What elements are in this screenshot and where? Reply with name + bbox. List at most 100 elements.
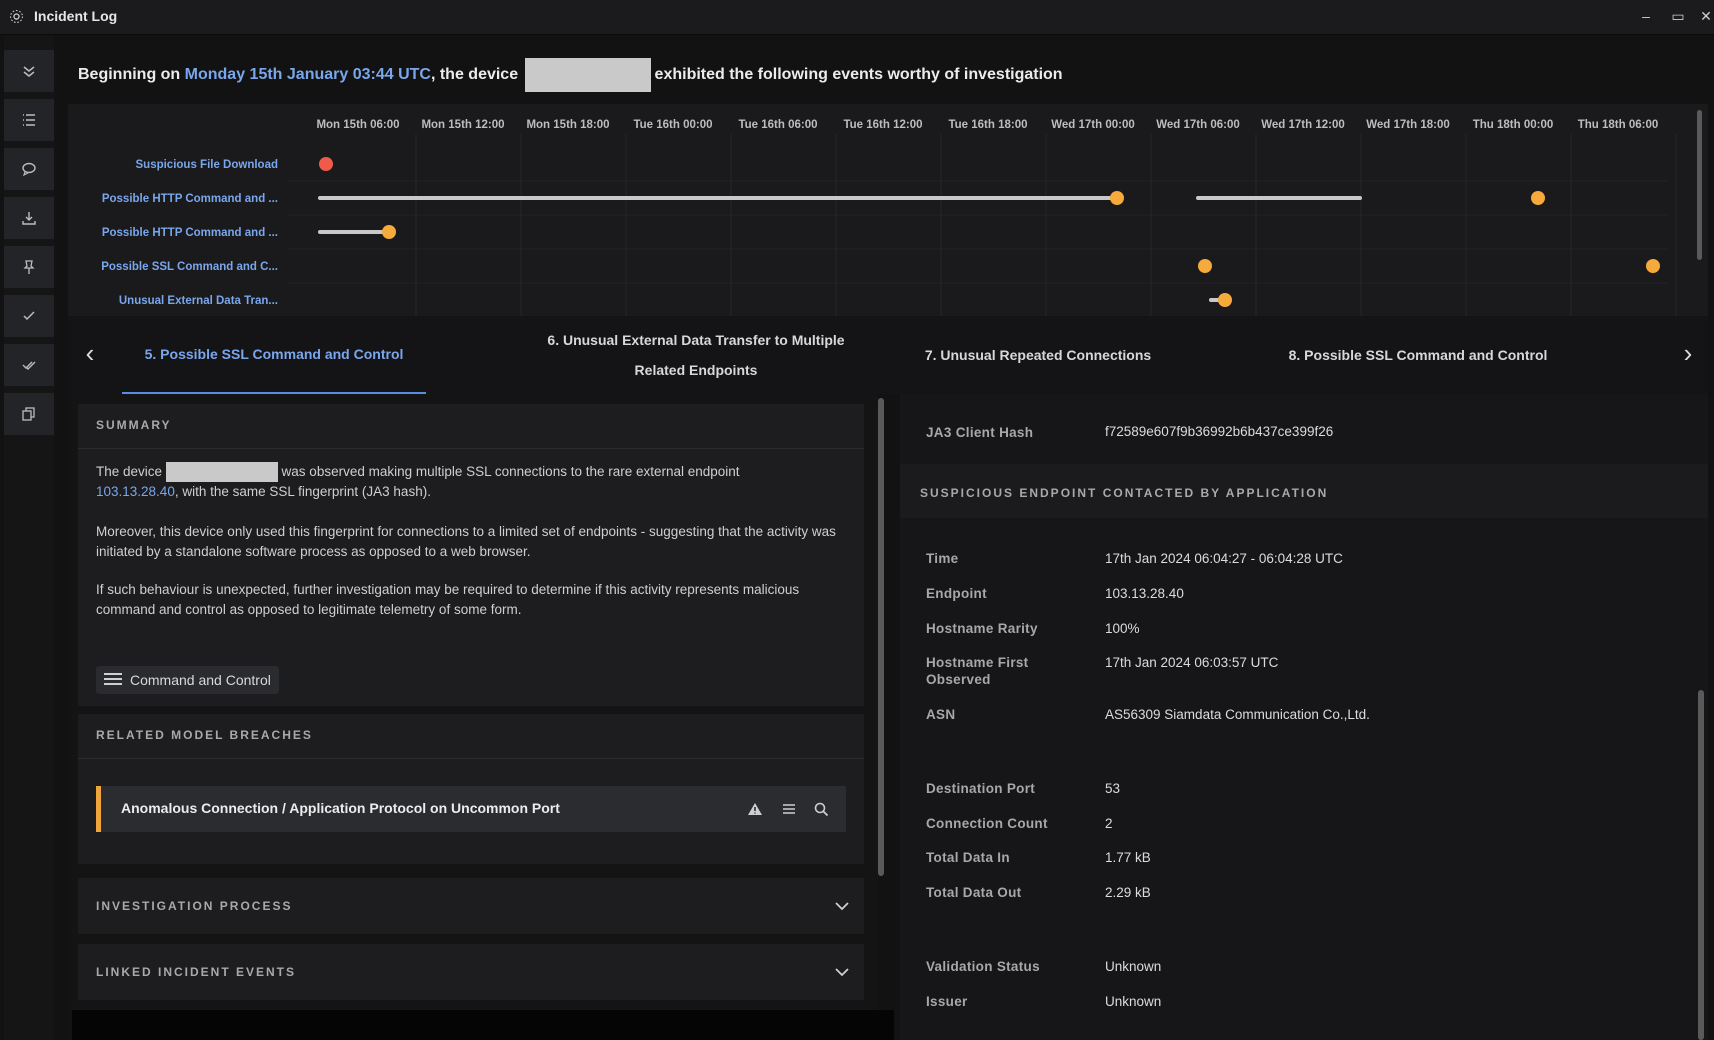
minimize-button[interactable]: – xyxy=(1636,6,1656,26)
search-icon[interactable] xyxy=(813,801,829,817)
next-tab-button[interactable]: › xyxy=(1676,338,1700,368)
timeline-tick-label: Thu 18th 00:00 xyxy=(1473,119,1554,131)
tag-label: Command and Control xyxy=(130,672,271,688)
timeline-event-dot xyxy=(1110,191,1124,205)
timeline-row-label: Possible HTTP Command and ... xyxy=(102,193,278,205)
endpoint-label: Endpoint xyxy=(926,586,987,601)
check-icon xyxy=(23,311,35,321)
ja3-value: f72589e607f9b36992b6b437ce399f26 xyxy=(1105,424,1334,439)
download-icon xyxy=(22,212,36,225)
connection-count-value: 2 xyxy=(1105,816,1113,831)
rarity-value: 100% xyxy=(1105,621,1140,636)
timeline-tick-label: Tue 16th 00:00 xyxy=(633,119,712,131)
summary-text-b: was observed making multiple SSL connect… xyxy=(277,464,740,479)
timeline-tick-label: Thu 18th 06:00 xyxy=(1578,119,1659,131)
dest-port-label: Destination Port xyxy=(926,781,1036,796)
timeline-tick-label: Wed 17th 06:00 xyxy=(1156,119,1240,131)
timeline-tick-label: Mon 15th 12:00 xyxy=(421,119,504,131)
tab-event-5[interactable]: 5. Possible SSL Command and Control xyxy=(122,316,426,394)
related-title: RELATED MODEL BREACHES xyxy=(96,728,313,742)
summary-paragraph-2: Moreover, this device only used this fin… xyxy=(96,524,836,559)
investigation-title: INVESTIGATION PROCESS xyxy=(96,899,293,913)
close-button[interactable]: ✕ xyxy=(1696,6,1714,26)
sidebar-download-button[interactable] xyxy=(4,197,54,240)
sidebar-acknowledge-button[interactable] xyxy=(4,295,54,338)
event-tabs: ‹ 5. Possible SSL Command and Control 6.… xyxy=(68,316,1708,394)
tab-event-7[interactable]: 7. Unusual Repeated Connections xyxy=(898,316,1178,394)
data-out-value: 2.29 kB xyxy=(1105,885,1151,900)
timeline-tick-label: Mon 15th 06:00 xyxy=(316,119,399,131)
tab-event-8[interactable]: 8. Possible SSL Command and Control xyxy=(1268,316,1568,394)
rarity-label: Hostname Rarity xyxy=(926,621,1038,636)
breach-item[interactable]: Anomalous Connection / Application Proto… xyxy=(96,786,846,832)
prev-tab-button[interactable]: ‹ xyxy=(78,338,102,368)
connection-count-label: Connection Count xyxy=(926,816,1048,831)
maximize-button[interactable]: ▭ xyxy=(1668,6,1688,26)
app-logo-icon xyxy=(10,10,23,23)
issuer-label: Issuer xyxy=(926,994,968,1009)
redacted-device-name xyxy=(524,58,651,92)
chevron-down-icon[interactable] xyxy=(834,964,850,980)
timeline-event-dot xyxy=(1218,293,1232,307)
endpoint-value[interactable]: 103.13.28.40 xyxy=(1105,586,1184,601)
header-mid: , the device xyxy=(430,66,523,84)
summary-card: SUMMARY The device was observed making m… xyxy=(78,404,864,706)
asn-label: ASN xyxy=(926,707,956,722)
warning-icon[interactable] xyxy=(747,801,763,817)
summary-title: SUMMARY xyxy=(96,418,172,432)
endpoint-link[interactable]: 103.13.28.40 xyxy=(96,484,175,499)
investigation-card[interactable]: INVESTIGATION PROCESS xyxy=(78,878,864,934)
menu-icon[interactable] xyxy=(781,801,797,817)
sidebar-copy-button[interactable] xyxy=(4,393,54,436)
timeline-event-dot xyxy=(319,157,333,171)
window-title: Incident Log xyxy=(34,8,118,24)
dest-port-value: 53 xyxy=(1105,781,1121,796)
chevron-down-icon[interactable] xyxy=(834,898,850,914)
summary-paragraph-3: If such behaviour is unexpected, further… xyxy=(96,582,800,617)
validation-value: Unknown xyxy=(1105,959,1162,974)
event-details-panel: SUMMARY The device was observed making m… xyxy=(68,394,878,1040)
timeline-tick-label: Tue 16th 06:00 xyxy=(738,119,817,131)
comment-icon xyxy=(22,162,36,177)
timeline-event-dot xyxy=(1646,259,1660,273)
timeline-event-dot xyxy=(1531,191,1545,205)
left-panel-scrollbar[interactable] xyxy=(878,398,884,876)
sidebar-pin-button[interactable] xyxy=(4,246,54,289)
divider xyxy=(78,448,864,449)
summary-text-c: , with the same SSL fingerprint (JA3 has… xyxy=(174,484,431,499)
timeline-row-label: Suspicious File Download xyxy=(136,159,279,171)
mitre-tag[interactable]: Command and Control xyxy=(96,666,279,694)
linked-events-card[interactable]: LINKED INCIDENT EVENTS xyxy=(78,944,864,1000)
asn-value: AS56309 Siamdata Communication Co.,Ltd. xyxy=(1105,707,1370,722)
sidebar-acknowledge-all-button[interactable] xyxy=(4,344,54,387)
header-suffix: exhibited the following events worthy of… xyxy=(654,66,1063,84)
pin-icon xyxy=(23,260,35,274)
redacted-device-name xyxy=(165,462,278,482)
double-check-icon xyxy=(22,361,36,370)
sidebar-comment-button[interactable] xyxy=(4,148,54,191)
list-icon xyxy=(23,114,35,126)
sidebar-list-button[interactable] xyxy=(4,99,54,142)
sidebar-collapse-button[interactable] xyxy=(4,50,54,93)
ja3-label: JA3 Client Hash xyxy=(926,425,1034,440)
related-breaches-card: RELATED MODEL BREACHES Anomalous Connect… xyxy=(78,714,864,864)
summary-paragraph-1: The device was observed making multiple … xyxy=(96,462,856,502)
data-in-label: Total Data In xyxy=(926,850,1010,865)
timeline-tick-label: Wed 17th 18:00 xyxy=(1366,119,1450,131)
timeline-scrollbar[interactable] xyxy=(1697,110,1702,260)
tactic-icon xyxy=(104,673,122,688)
timeline-tick-label: Tue 16th 18:00 xyxy=(948,119,1027,131)
breach-label: Anomalous Connection / Application Proto… xyxy=(121,800,560,816)
event-timeline: Mon 15th 06:00 Mon 15th 12:00 Mon 15th 18:… xyxy=(68,104,1708,316)
timeline-row-label: Unusual External Data Tran... xyxy=(119,295,278,307)
endpoint-section-header: SUSPICIOUS ENDPOINT CONTACTED BY APPLICA… xyxy=(900,464,1708,518)
time-value: 17th Jan 2024 06:04:27 - 06:04:28 UTC xyxy=(1105,551,1343,566)
timeline-row-label: Possible SSL Command and C... xyxy=(101,261,278,273)
timeline-event-dot xyxy=(382,225,396,239)
tab-event-6[interactable]: 6. Unusual External Data Transfer to Mul… xyxy=(536,316,856,394)
right-panel-scrollbar[interactable] xyxy=(1698,690,1704,1040)
header-date: Monday 15th January 03:44 UTC xyxy=(184,66,431,84)
endpoint-section-title: SUSPICIOUS ENDPOINT CONTACTED BY APPLICA… xyxy=(920,486,1329,500)
time-label: Time xyxy=(926,551,959,566)
header-prefix: Beginning on xyxy=(78,66,185,84)
